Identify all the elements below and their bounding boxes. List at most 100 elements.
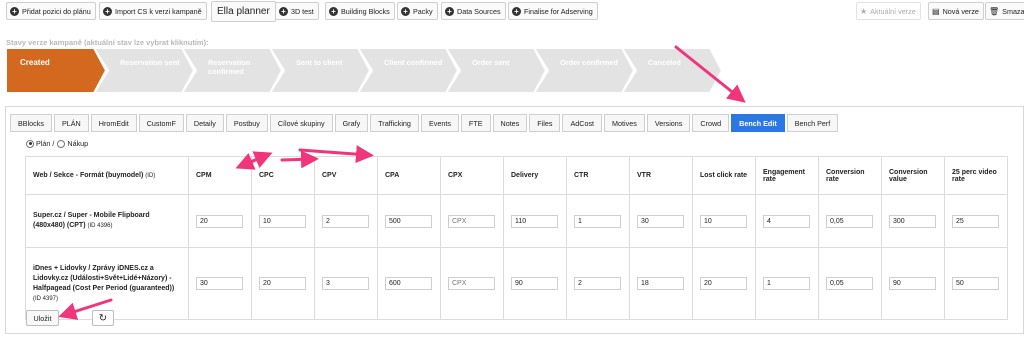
conversion-value-input[interactable] [889,214,936,228]
25-perc-video-rate-input[interactable] [952,214,999,228]
nakup-radio[interactable] [57,139,66,148]
add-position-button[interactable]: + Přidat pozici do plánu [6,2,96,20]
conversion-rate-input[interactable] [826,214,873,228]
status-step[interactable]: Created [6,48,108,93]
column-header: Delivery [503,156,567,195]
engagement-rate-input[interactable] [763,277,810,290]
tab-grafy[interactable]: Grafy [334,114,369,132]
ella-planner-button[interactable]: Ella planner [211,1,276,22]
conversion-rate-input[interactable] [826,277,873,290]
column-header: CPM [188,156,252,195]
conversion-value-input[interactable] [889,277,936,290]
value-cell [314,247,378,320]
ctr-input[interactable] [574,277,621,290]
row-id: (ID 4397) [33,295,59,302]
tab-fte[interactable]: FTE [460,114,491,132]
tab-bench-perf[interactable]: Bench Perf [786,114,839,132]
status-step[interactable]: Reservation sent [94,48,196,93]
3d-test-button[interactable]: +3D test [275,2,319,20]
ctr-input[interactable] [574,214,621,228]
cpc-input[interactable] [259,277,306,290]
column-header: VTR [629,156,693,195]
row-label-text: iDnes + Lidovky / Zprávy iDNES.cz a Lido… [33,264,175,292]
status-step[interactable]: Sent to client [270,48,372,93]
packy-button[interactable]: + Packy [397,2,438,20]
status-step[interactable]: Canceled [622,48,724,93]
tab-bench-edit[interactable]: Bench Edit [731,114,785,132]
save-button[interactable]: Uložit [26,310,59,326]
data-sources-button[interactable]: + Data Sources [441,2,506,20]
main-panel: BBlocks PLÁN HromEdit CustomF Detaily Postbuy… [5,106,1024,334]
plus-icon: + [445,6,454,16]
cpa-input[interactable] [385,214,432,228]
tab-motives[interactable]: Motives [604,114,645,132]
25-perc-video-rate-input[interactable] [952,277,999,290]
tab-notes[interactable]: Notes [492,114,528,132]
delivery-input[interactable] [511,277,558,290]
status-step-label: Created [20,58,50,67]
tab-hromedit[interactable]: HromEdit [90,114,137,132]
building-blocks-button[interactable]: + Building Blocks [325,2,395,20]
value-cell [692,247,756,320]
value-cell [881,247,945,320]
refresh-button[interactable]: ↻ [92,310,114,326]
new-version-button[interactable]: ▤ Nová verze [928,2,984,20]
tab-bblocks[interactable]: BBlocks [10,114,52,132]
cpm-input[interactable] [196,214,243,228]
cpx-input[interactable] [448,214,495,228]
cpa-input[interactable] [385,277,432,290]
table-header-row: Web / Sekce - Formát (buymodel) (ID) CPM… [25,156,1008,195]
cpv-input[interactable] [322,277,369,290]
row-label: Super.cz / Super - Mobile Flipboard (480… [33,211,181,231]
column-header: Conversion rate [818,156,882,195]
delete-button[interactable]: 🗑Smazat [985,2,1024,20]
first-header-text: Web / Sekce - Formát (buymodel) [33,172,144,179]
status-step[interactable]: Order sent [446,48,548,93]
cpx-input[interactable] [448,277,495,290]
finalise-adserving-button[interactable]: + Finalise for Adserving [508,2,598,20]
tab-adcost[interactable]: AdCost [562,114,603,132]
status-step[interactable]: Reservation confirmed [182,48,284,93]
lost-click-rate-input[interactable] [700,214,747,228]
first-header-id: (ID) [145,173,156,179]
value-cell [314,194,378,248]
document-icon: ▤ [932,6,940,16]
step-shape [94,48,196,93]
row-label-cell: Super.cz / Super - Mobile Flipboard (480… [25,194,189,248]
tab-trafficking[interactable]: Trafficking [370,114,419,132]
tab-postbuy[interactable]: Postbuy [225,114,268,132]
column-header: CTR [566,156,630,195]
vtr-input[interactable] [637,277,684,290]
tab-files[interactable]: Files [529,114,561,132]
value-cell [755,194,819,248]
cpm-input[interactable] [196,277,243,290]
tab-pl-n[interactable]: PLÁN [53,114,89,132]
column-header: Conversion value [881,156,945,195]
column-header: CPV [314,156,378,195]
tab-detaily[interactable]: Detaily [185,114,224,132]
row-label-cell: iDnes + Lidovky / Zprávy iDNES.cz a Lido… [25,247,189,320]
step-shape [358,48,460,93]
step-shape [622,48,724,93]
step-shape [534,48,636,93]
engagement-rate-input[interactable] [763,214,810,228]
tab-crowd[interactable]: Crowd [692,114,730,132]
current-version-button[interactable]: ★ Aktuální verze [856,2,921,20]
cpc-input[interactable] [259,214,306,228]
lost-click-rate-input[interactable] [700,277,747,290]
plan-radio[interactable] [26,139,34,148]
delivery-input[interactable] [511,214,558,228]
value-cell [377,247,441,320]
import-cs-button[interactable]: + Import CS k verzi kampaně [99,2,207,20]
tab-customf[interactable]: CustomF [138,114,184,132]
bench-table: Web / Sekce - Formát (buymodel) (ID) CPM… [25,156,1008,320]
status-step[interactable]: Client confirmed [358,48,460,93]
tab-c-lov-skupiny[interactable]: Cílové skupiny [269,114,333,132]
value-cell [440,194,504,248]
vtr-input[interactable] [637,214,684,228]
status-step[interactable]: Order confirmed [534,48,636,93]
value-cell [251,247,315,320]
tab-versions[interactable]: Versions [646,114,691,132]
tab-events[interactable]: Events [420,114,459,132]
cpv-input[interactable] [322,214,369,228]
